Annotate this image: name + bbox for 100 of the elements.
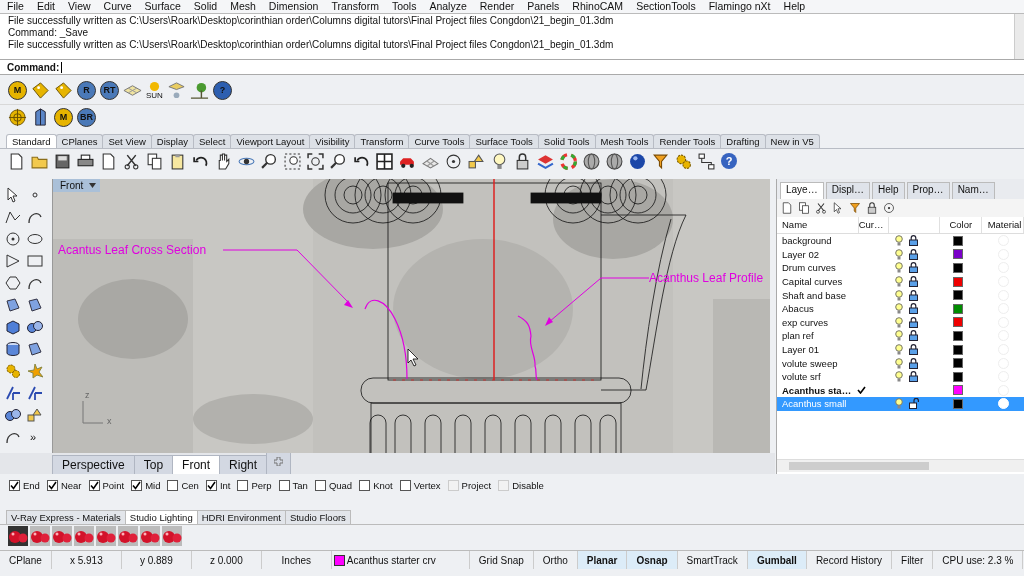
light-bulb-icon[interactable] — [894, 330, 903, 342]
menu-item[interactable]: Analyze — [422, 0, 473, 13]
osnap-checkbox[interactable]: Perp — [237, 479, 272, 491]
layer-row[interactable]: volute srf — [777, 369, 1024, 384]
scissors-icon[interactable] — [123, 152, 140, 170]
light-bulb-icon[interactable] — [894, 357, 903, 369]
menu-item[interactable]: Tools — [384, 0, 423, 13]
toolbar-tab[interactable]: Transform — [354, 134, 410, 148]
polygon-icon[interactable] — [5, 253, 21, 269]
polyline-icon[interactable] — [5, 209, 21, 225]
layer-color-swatch[interactable] — [953, 303, 964, 314]
rectangle-icon[interactable] — [27, 253, 43, 269]
menu-item[interactable]: View — [61, 0, 97, 13]
material-swatch-icon[interactable] — [162, 526, 182, 546]
viewport-tab[interactable]: Perspective — [52, 455, 135, 474]
round-tool-button[interactable]: BR — [77, 107, 96, 127]
shaded-sphere-icon[interactable] — [629, 152, 646, 170]
layer-color-swatch[interactable] — [953, 358, 964, 369]
toolbar-tab[interactable]: Drafting — [720, 134, 766, 148]
layer-row[interactable]: Abacus — [777, 301, 1024, 316]
render-tab[interactable]: HDRI Environment — [196, 510, 286, 524]
status-toggle[interactable]: Gumball — [747, 551, 807, 569]
layer-color-swatch[interactable] — [953, 263, 964, 273]
material-swatch-icon[interactable] — [52, 526, 72, 546]
column-header[interactable]: Cur… — [858, 217, 889, 233]
toolbar-tab[interactable]: Select — [192, 134, 232, 148]
help-button[interactable]: ? — [721, 153, 737, 169]
viewport[interactable]: Front Acantus Leaf Cross Section Acanthus Leaf Profile z x — [52, 179, 770, 453]
light-bulb-icon[interactable] — [894, 398, 903, 410]
light-bulb-icon[interactable] — [894, 276, 903, 288]
light-bulb-icon[interactable] — [894, 235, 903, 247]
toolbar-tab[interactable]: Standard — [6, 134, 57, 148]
tag-icon[interactable] — [31, 80, 50, 100]
menu-item[interactable]: Render — [472, 0, 521, 13]
tag-icon[interactable] — [54, 80, 73, 100]
flowchart-icon[interactable] — [698, 152, 715, 170]
osnap-checkbox[interactable]: Vertex — [399, 479, 441, 491]
toolbar-tab[interactable]: New in V5 — [764, 134, 820, 148]
column-header[interactable]: Name — [777, 217, 859, 233]
shapes-icon[interactable] — [468, 152, 485, 170]
panel-tab[interactable]: Prop… — [906, 182, 950, 199]
material-swatch-icon[interactable] — [74, 526, 94, 546]
gears-icon[interactable] — [5, 363, 21, 379]
status-toggle[interactable]: Filter — [892, 551, 934, 569]
dropdown-arrow-icon[interactable] — [89, 183, 97, 188]
render-tab[interactable]: Studio Floors — [284, 510, 351, 524]
layer-row[interactable]: Capital curves — [777, 274, 1024, 289]
target-icon[interactable] — [8, 107, 27, 127]
zoom-window-icon[interactable] — [284, 152, 301, 170]
layer-row[interactable]: background — [777, 234, 1024, 248]
viewport-title[interactable]: Front — [53, 179, 101, 192]
light-bulb-icon[interactable] — [894, 344, 903, 356]
explode-icon[interactable] — [27, 363, 43, 379]
column-header[interactable]: Color — [940, 217, 983, 233]
funnel-icon[interactable] — [849, 202, 861, 214]
hexagon-icon[interactable] — [5, 275, 21, 291]
viewport-tab[interactable]: Front — [172, 455, 221, 474]
layer-color-swatch[interactable] — [953, 385, 964, 396]
menu-item[interactable]: File — [0, 0, 30, 13]
panel-tab[interactable]: Displ… — [825, 182, 870, 199]
osnap-checkbox[interactable]: Near — [46, 479, 82, 491]
padlock-icon[interactable] — [908, 330, 918, 342]
layer-row[interactable]: Acanthus sta… — [777, 383, 1024, 398]
tree-icon[interactable] — [189, 80, 209, 100]
circle-snap-icon[interactable] — [445, 152, 462, 170]
command-field[interactable]: Command: — [0, 59, 1024, 75]
current-layer-pane[interactable]: Acanthus starter crv — [331, 551, 470, 569]
zoom-icon[interactable] — [330, 152, 347, 170]
padlock-icon[interactable] — [866, 202, 878, 214]
sphere-icon[interactable] — [583, 152, 600, 170]
layer-color-swatch[interactable] — [953, 317, 964, 328]
material-swatch-icon[interactable] — [96, 526, 116, 546]
toolbar-tab[interactable]: Mesh Tools — [594, 134, 655, 148]
layer-color-swatch[interactable] — [953, 235, 964, 246]
osnap-checkbox[interactable]: Mid — [131, 479, 161, 491]
light-bulb-icon[interactable] — [894, 262, 903, 274]
panel-tab[interactable]: Nam… — [951, 182, 995, 199]
osnap-checkbox[interactable]: End — [9, 479, 40, 491]
toolbar-tab[interactable]: Surface Tools — [469, 134, 539, 148]
status-toggle[interactable]: Osnap — [627, 551, 678, 569]
layer-color-swatch[interactable] — [953, 249, 964, 260]
menu-item[interactable]: Flamingo nXt — [701, 0, 777, 13]
surface-icon[interactable] — [27, 341, 43, 357]
menu-item[interactable]: RhinoCAM — [565, 0, 630, 13]
padlock-icon[interactable] — [514, 152, 531, 170]
osnap-checkbox[interactable]: Point — [88, 479, 125, 491]
padlock-icon[interactable] — [908, 357, 918, 369]
material-swatch-icon[interactable] — [118, 526, 138, 546]
layer-color-swatch[interactable] — [953, 276, 964, 287]
layer-row[interactable]: Layer 01 — [777, 342, 1024, 357]
light-bulb-icon[interactable] — [894, 303, 903, 315]
layer-row[interactable]: exp curves — [777, 315, 1024, 330]
export-document-icon[interactable] — [100, 152, 117, 170]
layer-color-swatch[interactable] — [953, 330, 964, 341]
new-document-icon[interactable] — [8, 152, 25, 170]
osnap-checkbox[interactable]: Quad — [314, 479, 353, 491]
menu-item[interactable]: Transform — [324, 0, 385, 13]
viewport-tab[interactable]: Right — [219, 455, 268, 474]
render-tab[interactable]: Studio Lighting — [124, 510, 198, 524]
menu-item[interactable]: Solid — [186, 0, 224, 13]
